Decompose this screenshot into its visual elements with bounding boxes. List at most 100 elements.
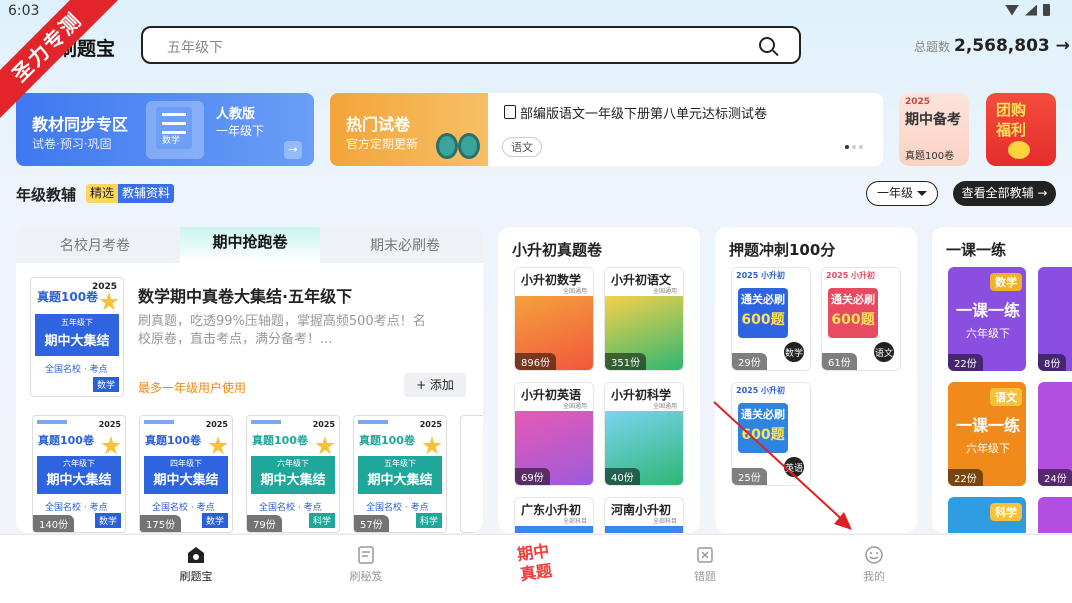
nav-home[interactable]: 刷题宝 [156, 535, 236, 603]
featured-title[interactable]: 数学期中真卷大集结·五年级下 [138, 283, 352, 307]
tile-year: 2025 小升初 [826, 271, 876, 280]
book-icon [358, 546, 374, 564]
cover-main: 期中大集结 [367, 473, 433, 488]
cover-year: 2025 [419, 420, 442, 429]
hot-paper-subject-tag: 语文 [502, 137, 542, 157]
tile-count: 22份 [948, 354, 983, 371]
tile-count: 8份 [1038, 354, 1067, 371]
tile-count: 351份 [605, 353, 647, 370]
xsc-tile[interactable]: 小升初语文 全国通用 351份 [604, 267, 684, 371]
tile-count: 896份 [515, 353, 557, 370]
featured-users: 最多一年级用户使用 [138, 381, 247, 395]
midterm-promo[interactable]: 2025 期中备考 真题100卷 [899, 93, 969, 166]
lesson-tile[interactable]: 科学 [948, 497, 1026, 533]
tab-final[interactable]: 期末必刷卷 [370, 235, 440, 255]
tile-subject: 语文 [872, 340, 896, 364]
lesson-tile-partial[interactable] [1038, 497, 1072, 533]
hot-paper-title[interactable]: 部编版语文一年级下册第八单元达标测试卷 [504, 103, 767, 122]
nav-midterm[interactable]: 期中真题 [509, 540, 561, 590]
cover-count: 79份 [247, 515, 282, 532]
xsc-tile[interactable]: 小升初数学 全国通用 896份 [514, 267, 594, 371]
battery-icon [1043, 4, 1050, 16]
sprint-tile[interactable]: 2025 小升初 通关必刷 600题 语文 61份 [821, 267, 901, 371]
lesson-tile[interactable]: 数学 一课一练 六年级下 22份 [948, 267, 1026, 371]
view-all-button[interactable]: 查看全部教辅 → [953, 181, 1056, 206]
cover-year: 2025 [98, 420, 121, 429]
nav-label: 错题 [694, 570, 716, 583]
tile-sub: 全国通用 [562, 288, 587, 295]
lesson-tile[interactable]: 语文 一课一练 六年级下 22份 [948, 382, 1026, 486]
xsc-tile[interactable]: 小升初英语 全国通用 69份 [514, 382, 594, 486]
cover-count: 175份 [140, 515, 182, 532]
tile-count: 69份 [515, 468, 550, 485]
sprint-tile[interactable]: 2025 小升初 通关必刷 600题 数学 29份 [731, 267, 811, 371]
nav-label: 刷题宝 [179, 570, 213, 583]
tile-count: 24份 [1038, 469, 1072, 486]
search-bar[interactable]: 五年级下 [141, 26, 801, 64]
tab-monthly[interactable]: 名校月考卷 [60, 235, 130, 255]
search-placeholder: 五年级下 [167, 40, 223, 56]
tile-subject: 英语 [782, 455, 806, 479]
lesson-tile-partial[interactable]: 24份 [1038, 382, 1072, 486]
tile-count: 61份 [822, 353, 857, 370]
exam-tabs: 名校月考卷 期中抢跑卷 期末必刷卷 [16, 227, 483, 263]
exam-panel: 名校月考卷 期中抢跑卷 期末必刷卷 2025 真题100卷 五年级下 期中大集结… [16, 227, 483, 533]
coin-icon [1008, 141, 1030, 159]
tag-selected: 精选 [86, 184, 119, 203]
cover-foot: 全国名校 · 考点 [366, 503, 429, 513]
hot-papers-banner[interactable]: 热门试卷 官方定期更新 部编版语文一年级下册第八单元达标测试卷 语文 [330, 93, 883, 166]
tab-midterm[interactable]: 期中抢跑卷 [180, 227, 320, 263]
tile-count: 40份 [605, 468, 640, 485]
sprint-tile[interactable]: 2025 小升初 通关必刷 600题 英语 25份 [731, 382, 811, 486]
lesson-panel: 一课一练 数学 一课一练 六年级下 22份 8份 语文 一课一练 六年级下 22… [932, 227, 1072, 533]
group-buy-promo[interactable]: 团购 福利 [986, 93, 1056, 166]
grade-dropdown[interactable]: 一年级 [866, 181, 938, 206]
lesson-tile-partial[interactable]: 8份 [1038, 267, 1072, 371]
star-icon [422, 436, 442, 455]
cover-card[interactable]: 2025 真题100卷 五年级下 期中大集结 全国名校 · 考点 57份 科学 [353, 415, 447, 533]
cover-card[interactable]: 2025 真题100卷 四年级下 期中大集结 全国名校 · 考点 175份 数学 [139, 415, 233, 533]
cover-subject: 数学 [92, 377, 119, 392]
nav-label: 刷秘笈 [349, 570, 383, 583]
nav-profile[interactable]: 我的 [834, 535, 914, 603]
xsc-tile[interactable]: 小升初科学 全国通用 40份 [604, 382, 684, 486]
cover-card[interactable]: 2025 真题100卷 六年级下 期中大集结 全国名校 · 考点 79份 科学 [246, 415, 340, 533]
cover-head: 真题100卷 [37, 290, 99, 304]
nav-mistakes[interactable]: 错题 [665, 535, 745, 603]
cover-card[interactable]: 2025 真题100卷 六年级下 期中大集结 全国名校 · 考点 140份 数学 [32, 415, 126, 533]
tile-sub: 全国通用 [562, 403, 587, 410]
watermark-ribbon: 圣力专测 [0, 0, 120, 120]
tile-sub: 全部科目 [562, 518, 587, 525]
tile-subject: 数学 [990, 273, 1022, 291]
tile-subject: 科学 [990, 503, 1022, 521]
group-buy-line2: 福利 [996, 121, 1027, 139]
tile-line1: 通关必刷 [831, 293, 875, 306]
add-button[interactable]: + 添加 [404, 373, 466, 397]
xsc-tile[interactable]: 广东小升初 全部科目 [514, 497, 594, 533]
cover-grade: 六年级下 [277, 459, 309, 468]
cover-count: 57份 [354, 515, 389, 532]
search-icon[interactable] [759, 37, 775, 53]
sync-arrow-icon[interactable]: → [284, 141, 302, 159]
total-questions[interactable]: 总题数 2,568,803 → [914, 36, 1070, 56]
star-icon [315, 436, 335, 455]
xsc-tile[interactable]: 河南小升初 全部科目 [604, 497, 684, 533]
cover-grade: 五年级下 [384, 459, 416, 468]
sync-subtitle: 试卷·预习·巩固 [32, 137, 112, 151]
cover-main: 期中大集结 [46, 473, 112, 488]
cover-block: 五年级下 期中大集结 [35, 314, 119, 356]
smiley-icon [865, 546, 883, 564]
cover-main: 期中大集结 [260, 473, 326, 488]
signal-icon [1025, 4, 1037, 16]
covers-row: 2025 真题100卷 六年级下 期中大集结 全国名校 · 考点 140份 数学 … [32, 415, 483, 533]
xsc-panel: 小升初真题卷 小升初数学 全国通用 896份 小升初语文 全国通用 351份 小升初… [498, 227, 700, 533]
tile-grade: 六年级下 [966, 442, 1010, 455]
featured-cover[interactable]: 2025 真题100卷 五年级下 期中大集结 全国名校 · 考点 数学 [30, 277, 124, 397]
nav-tips[interactable]: 刷秘笈 [326, 535, 406, 603]
cover-grade: 六年级下 [63, 459, 95, 468]
binoculars-icon [434, 129, 486, 161]
sync-edition: 人教版 [216, 107, 256, 122]
cover-count: 140份 [33, 515, 75, 532]
hot-papers-header: 热门试卷 官方定期更新 [330, 93, 488, 166]
cover-card-partial[interactable] [460, 415, 483, 533]
